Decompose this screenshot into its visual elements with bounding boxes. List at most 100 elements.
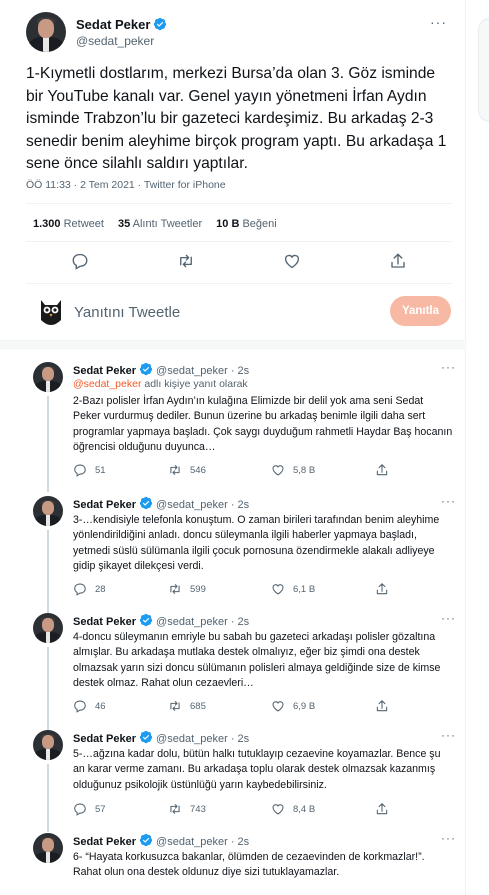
main-tweet-header: Sedat Peker @sedat_peker bbox=[26, 12, 167, 52]
retweets-stat[interactable]: 1.300 Retweet bbox=[33, 218, 104, 230]
share-action[interactable] bbox=[375, 463, 389, 477]
share-icon[interactable] bbox=[389, 252, 407, 270]
divider bbox=[26, 283, 452, 284]
thread-line bbox=[47, 396, 49, 492]
retweet-icon[interactable] bbox=[177, 252, 195, 270]
more-icon[interactable]: ··· bbox=[441, 728, 456, 742]
share-action[interactable] bbox=[375, 802, 389, 816]
share-action[interactable] bbox=[375, 699, 389, 713]
replying-to: @sedat_peker adlı kişiye yanıt olarak bbox=[73, 378, 248, 390]
author-name[interactable]: Sedat Peker bbox=[76, 17, 150, 32]
tweet-header: Sedat Peker @sedat_peker · 2s bbox=[73, 613, 249, 628]
reply-button[interactable]: Yanıtla bbox=[390, 296, 451, 326]
likes-label: Beğeni bbox=[242, 218, 277, 230]
reply-icon bbox=[73, 463, 87, 477]
share-icon bbox=[375, 699, 389, 713]
more-icon[interactable]: ··· bbox=[441, 494, 456, 508]
like-icon bbox=[271, 699, 285, 713]
tweet-header: Sedat Peker @sedat_peker · 2s bbox=[73, 496, 249, 511]
retweet-action[interactable]: 599 bbox=[168, 582, 206, 596]
reply-icon bbox=[73, 699, 87, 713]
like-count: 6,9 B bbox=[293, 700, 316, 712]
like-action[interactable]: 5,8 B bbox=[271, 463, 315, 477]
author-avatar[interactable] bbox=[33, 730, 63, 760]
more-icon[interactable]: ··· bbox=[430, 14, 447, 30]
verified-badge-icon bbox=[139, 362, 153, 376]
author-handle[interactable]: @sedat_peker bbox=[76, 34, 167, 48]
like-count: 6,1 B bbox=[293, 583, 316, 595]
like-icon bbox=[271, 802, 285, 816]
share-icon bbox=[375, 582, 389, 596]
tweet-actions: 46 685 6,9 B bbox=[73, 699, 463, 715]
like-action[interactable]: 6,9 B bbox=[271, 699, 315, 713]
like-action[interactable]: 8,4 B bbox=[271, 802, 315, 816]
verified-badge-icon bbox=[153, 17, 167, 31]
retweet-icon bbox=[168, 802, 182, 816]
retweet-action[interactable]: 546 bbox=[168, 463, 206, 477]
tweet-time[interactable]: · 2s bbox=[231, 499, 249, 511]
tweet-actions: 51 546 5,8 B bbox=[73, 463, 463, 479]
retweet-action[interactable]: 685 bbox=[168, 699, 206, 713]
retweet-action[interactable]: 743 bbox=[168, 802, 206, 816]
mention-link[interactable]: @sedat_peker bbox=[73, 378, 141, 390]
more-icon[interactable]: ··· bbox=[441, 611, 456, 625]
reply-action[interactable]: 51 bbox=[73, 463, 106, 477]
retweets-label: Retweet bbox=[63, 218, 104, 230]
author-handle[interactable]: @sedat_peker bbox=[156, 733, 228, 745]
reply-action[interactable]: 57 bbox=[73, 802, 106, 816]
author-avatar[interactable] bbox=[33, 496, 63, 526]
adjacent-card bbox=[478, 18, 489, 122]
author-avatar[interactable] bbox=[33, 362, 63, 392]
likes-stat[interactable]: 10 B Beğeni bbox=[216, 218, 277, 230]
like-action[interactable]: 6,1 B bbox=[271, 582, 315, 596]
reply-input[interactable]: Yanıtını Tweetle bbox=[74, 304, 180, 321]
share-action[interactable] bbox=[375, 582, 389, 596]
retweet-count: 743 bbox=[190, 803, 206, 815]
retweet-count: 599 bbox=[190, 583, 206, 595]
author-name[interactable]: Sedat Peker bbox=[73, 616, 136, 628]
quotes-count: 35 bbox=[117, 218, 131, 230]
share-icon bbox=[375, 802, 389, 816]
author-name[interactable]: Sedat Peker bbox=[73, 836, 136, 848]
author-avatar[interactable] bbox=[33, 613, 63, 643]
author-avatar[interactable] bbox=[33, 833, 63, 863]
tweet-actions: 28 599 6,1 B bbox=[73, 582, 463, 598]
tweet-timestamp[interactable]: ÖÖ 11:33 · 2 Tem 2021 · Twitter for iPho… bbox=[26, 179, 226, 191]
tweet-text: 2-Bazı polisler İrfan Aydın’ın kulağına … bbox=[73, 395, 453, 454]
reply-icon[interactable] bbox=[71, 252, 89, 270]
reply-action[interactable]: 46 bbox=[73, 699, 106, 713]
author-handle[interactable]: @sedat_peker bbox=[156, 499, 228, 511]
author-handle[interactable]: @sedat_peker bbox=[156, 836, 228, 848]
author-name[interactable]: Sedat Peker bbox=[73, 499, 136, 511]
author-handle[interactable]: @sedat_peker bbox=[156, 616, 228, 628]
quotes-stat[interactable]: 35 Alıntı Tweetler bbox=[118, 218, 202, 230]
reply-icon bbox=[73, 802, 87, 816]
verified-badge-icon bbox=[139, 496, 153, 510]
tweet-actions: 57 743 8,4 B bbox=[73, 802, 463, 818]
main-tweet-actions bbox=[0, 252, 466, 272]
more-icon[interactable]: ··· bbox=[441, 360, 456, 374]
tweet-time[interactable]: · 2s bbox=[231, 365, 249, 377]
tweet-header: Sedat Peker @sedat_peker · 2s bbox=[73, 362, 249, 377]
author-handle[interactable]: @sedat_peker bbox=[156, 365, 228, 377]
tweet-text: 6- “Hayata korkusuzca bakanlar, ölümden … bbox=[73, 851, 425, 879]
author-avatar[interactable] bbox=[26, 12, 66, 52]
tweet-header: Sedat Peker @sedat_peker · 2s bbox=[73, 833, 249, 848]
author-name-row[interactable]: Sedat Peker bbox=[76, 17, 167, 32]
like-icon[interactable] bbox=[283, 252, 301, 270]
tweet-time[interactable]: · 2s bbox=[231, 616, 249, 628]
retweet-count: 546 bbox=[190, 464, 206, 476]
reply-icon bbox=[73, 582, 87, 596]
author-name[interactable]: Sedat Peker bbox=[73, 733, 136, 745]
quotes-label: Alıntı Tweetler bbox=[132, 218, 203, 230]
author-name[interactable]: Sedat Peker bbox=[73, 365, 136, 377]
tweet-time[interactable]: · 2s bbox=[231, 836, 249, 848]
like-count: 5,8 B bbox=[293, 464, 316, 476]
tweet-text: 4-doncu süleymanın emriyle bu sabah bu g… bbox=[73, 631, 441, 690]
like-icon bbox=[271, 582, 285, 596]
more-icon[interactable]: ··· bbox=[441, 831, 456, 845]
tweet-time[interactable]: · 2s bbox=[231, 733, 249, 745]
reply-action[interactable]: 28 bbox=[73, 582, 106, 596]
share-icon bbox=[375, 463, 389, 477]
likes-count: 10 B bbox=[216, 218, 240, 230]
